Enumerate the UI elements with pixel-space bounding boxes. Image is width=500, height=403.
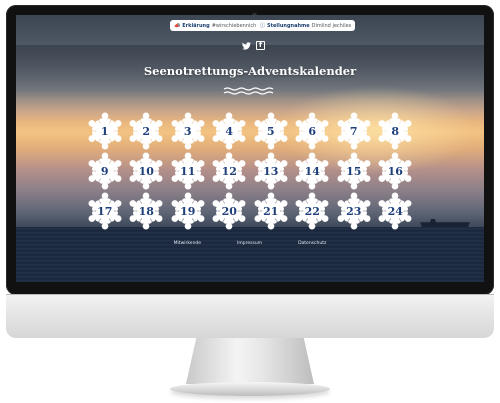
calendar-door[interactable]: 11 bbox=[167, 151, 209, 191]
calendar-door[interactable]: 1 bbox=[84, 111, 126, 151]
explain-button[interactable]: 📣 Erklärung #wirschiebennicht bbox=[170, 20, 263, 31]
facebook-icon[interactable]: f bbox=[256, 41, 265, 50]
calendar-door[interactable]: 8 bbox=[375, 111, 417, 151]
calendar-door[interactable]: 12 bbox=[209, 151, 251, 191]
calendar-door[interactable]: 20 bbox=[209, 191, 251, 231]
calendar-door[interactable]: 22 bbox=[292, 191, 334, 231]
statement-button[interactable]: ⓘ Stellungnahme Dimlind jechiles bbox=[256, 20, 356, 31]
door-number: 13 bbox=[263, 164, 279, 178]
footer-nav: Mitwirkende Impressum Datenschutz bbox=[16, 241, 484, 246]
door-number: 20 bbox=[221, 204, 237, 218]
calendar-door[interactable]: 15 bbox=[333, 151, 375, 191]
door-number: 6 bbox=[308, 124, 317, 138]
calendar-door[interactable]: 6 bbox=[292, 111, 334, 151]
calendar-door[interactable]: 4 bbox=[209, 111, 251, 151]
calendar-door[interactable]: 7 bbox=[333, 111, 375, 151]
calendar-door[interactable]: 21 bbox=[250, 191, 292, 231]
advent-calendar-grid: 1 2 3 4 5 6 7 8 9 10 11 12 13 14 15 16 17 18 19 20 21 22 23 24 bbox=[84, 111, 416, 231]
twitter-icon[interactable] bbox=[242, 41, 251, 50]
calendar-door[interactable]: 13 bbox=[250, 151, 292, 191]
door-number: 4 bbox=[225, 124, 234, 138]
monitor-stand bbox=[186, 338, 314, 384]
door-number: 1 bbox=[100, 124, 109, 138]
calendar-door[interactable]: 9 bbox=[84, 151, 126, 191]
ship-silhouette bbox=[420, 219, 470, 227]
calendar-door[interactable]: 16 bbox=[375, 151, 417, 191]
website-screen: 📣 Erklärung #wirschiebennicht ⓘ Stellung… bbox=[16, 15, 484, 282]
door-number: 10 bbox=[138, 164, 154, 178]
calendar-door[interactable]: 24 bbox=[375, 191, 417, 231]
calendar-door[interactable]: 2 bbox=[126, 111, 168, 151]
door-number: 12 bbox=[221, 164, 237, 178]
door-number: 24 bbox=[387, 204, 403, 218]
door-number: 17 bbox=[97, 204, 113, 218]
calendar-door[interactable]: 23 bbox=[333, 191, 375, 231]
megaphone-icon: 📣 bbox=[174, 22, 181, 29]
door-number: 7 bbox=[349, 124, 358, 138]
door-number: 2 bbox=[142, 124, 151, 138]
info-icon: ⓘ bbox=[260, 23, 266, 29]
door-number: 3 bbox=[183, 124, 192, 138]
door-number: 23 bbox=[346, 204, 362, 218]
footer-link-imprint[interactable]: Impressum bbox=[237, 241, 262, 246]
door-number: 15 bbox=[346, 164, 362, 178]
door-number: 5 bbox=[266, 124, 275, 138]
page-title: Seenotrettungs-Adventskalender bbox=[143, 64, 357, 78]
social-links: f bbox=[242, 41, 265, 50]
door-number: 8 bbox=[391, 124, 400, 138]
calendar-door[interactable]: 10 bbox=[126, 151, 168, 191]
footer-link-privacy[interactable]: Datenschutz bbox=[298, 241, 326, 246]
door-number: 16 bbox=[387, 164, 403, 178]
calendar-door[interactable]: 19 bbox=[167, 191, 209, 231]
calendar-door[interactable]: 5 bbox=[250, 111, 292, 151]
door-number: 9 bbox=[100, 164, 109, 178]
imac-mockup: 📣 Erklärung #wirschiebennicht ⓘ Stellung… bbox=[0, 0, 500, 403]
calendar-door[interactable]: 18 bbox=[126, 191, 168, 231]
monitor-chin bbox=[6, 294, 494, 338]
monitor-base bbox=[170, 382, 330, 396]
footer-link-contributors[interactable]: Mitwirkende bbox=[174, 241, 201, 246]
calendar-door[interactable]: 17 bbox=[84, 191, 126, 231]
door-number: 14 bbox=[304, 164, 320, 178]
waves-icon bbox=[223, 87, 274, 95]
door-number: 18 bbox=[138, 204, 154, 218]
calendar-door[interactable]: 14 bbox=[292, 151, 334, 191]
door-number: 11 bbox=[180, 164, 196, 178]
sea bbox=[16, 227, 484, 282]
door-number: 22 bbox=[304, 204, 320, 218]
calendar-door[interactable]: 3 bbox=[167, 111, 209, 151]
door-number: 21 bbox=[263, 204, 279, 218]
door-number: 19 bbox=[180, 204, 196, 218]
